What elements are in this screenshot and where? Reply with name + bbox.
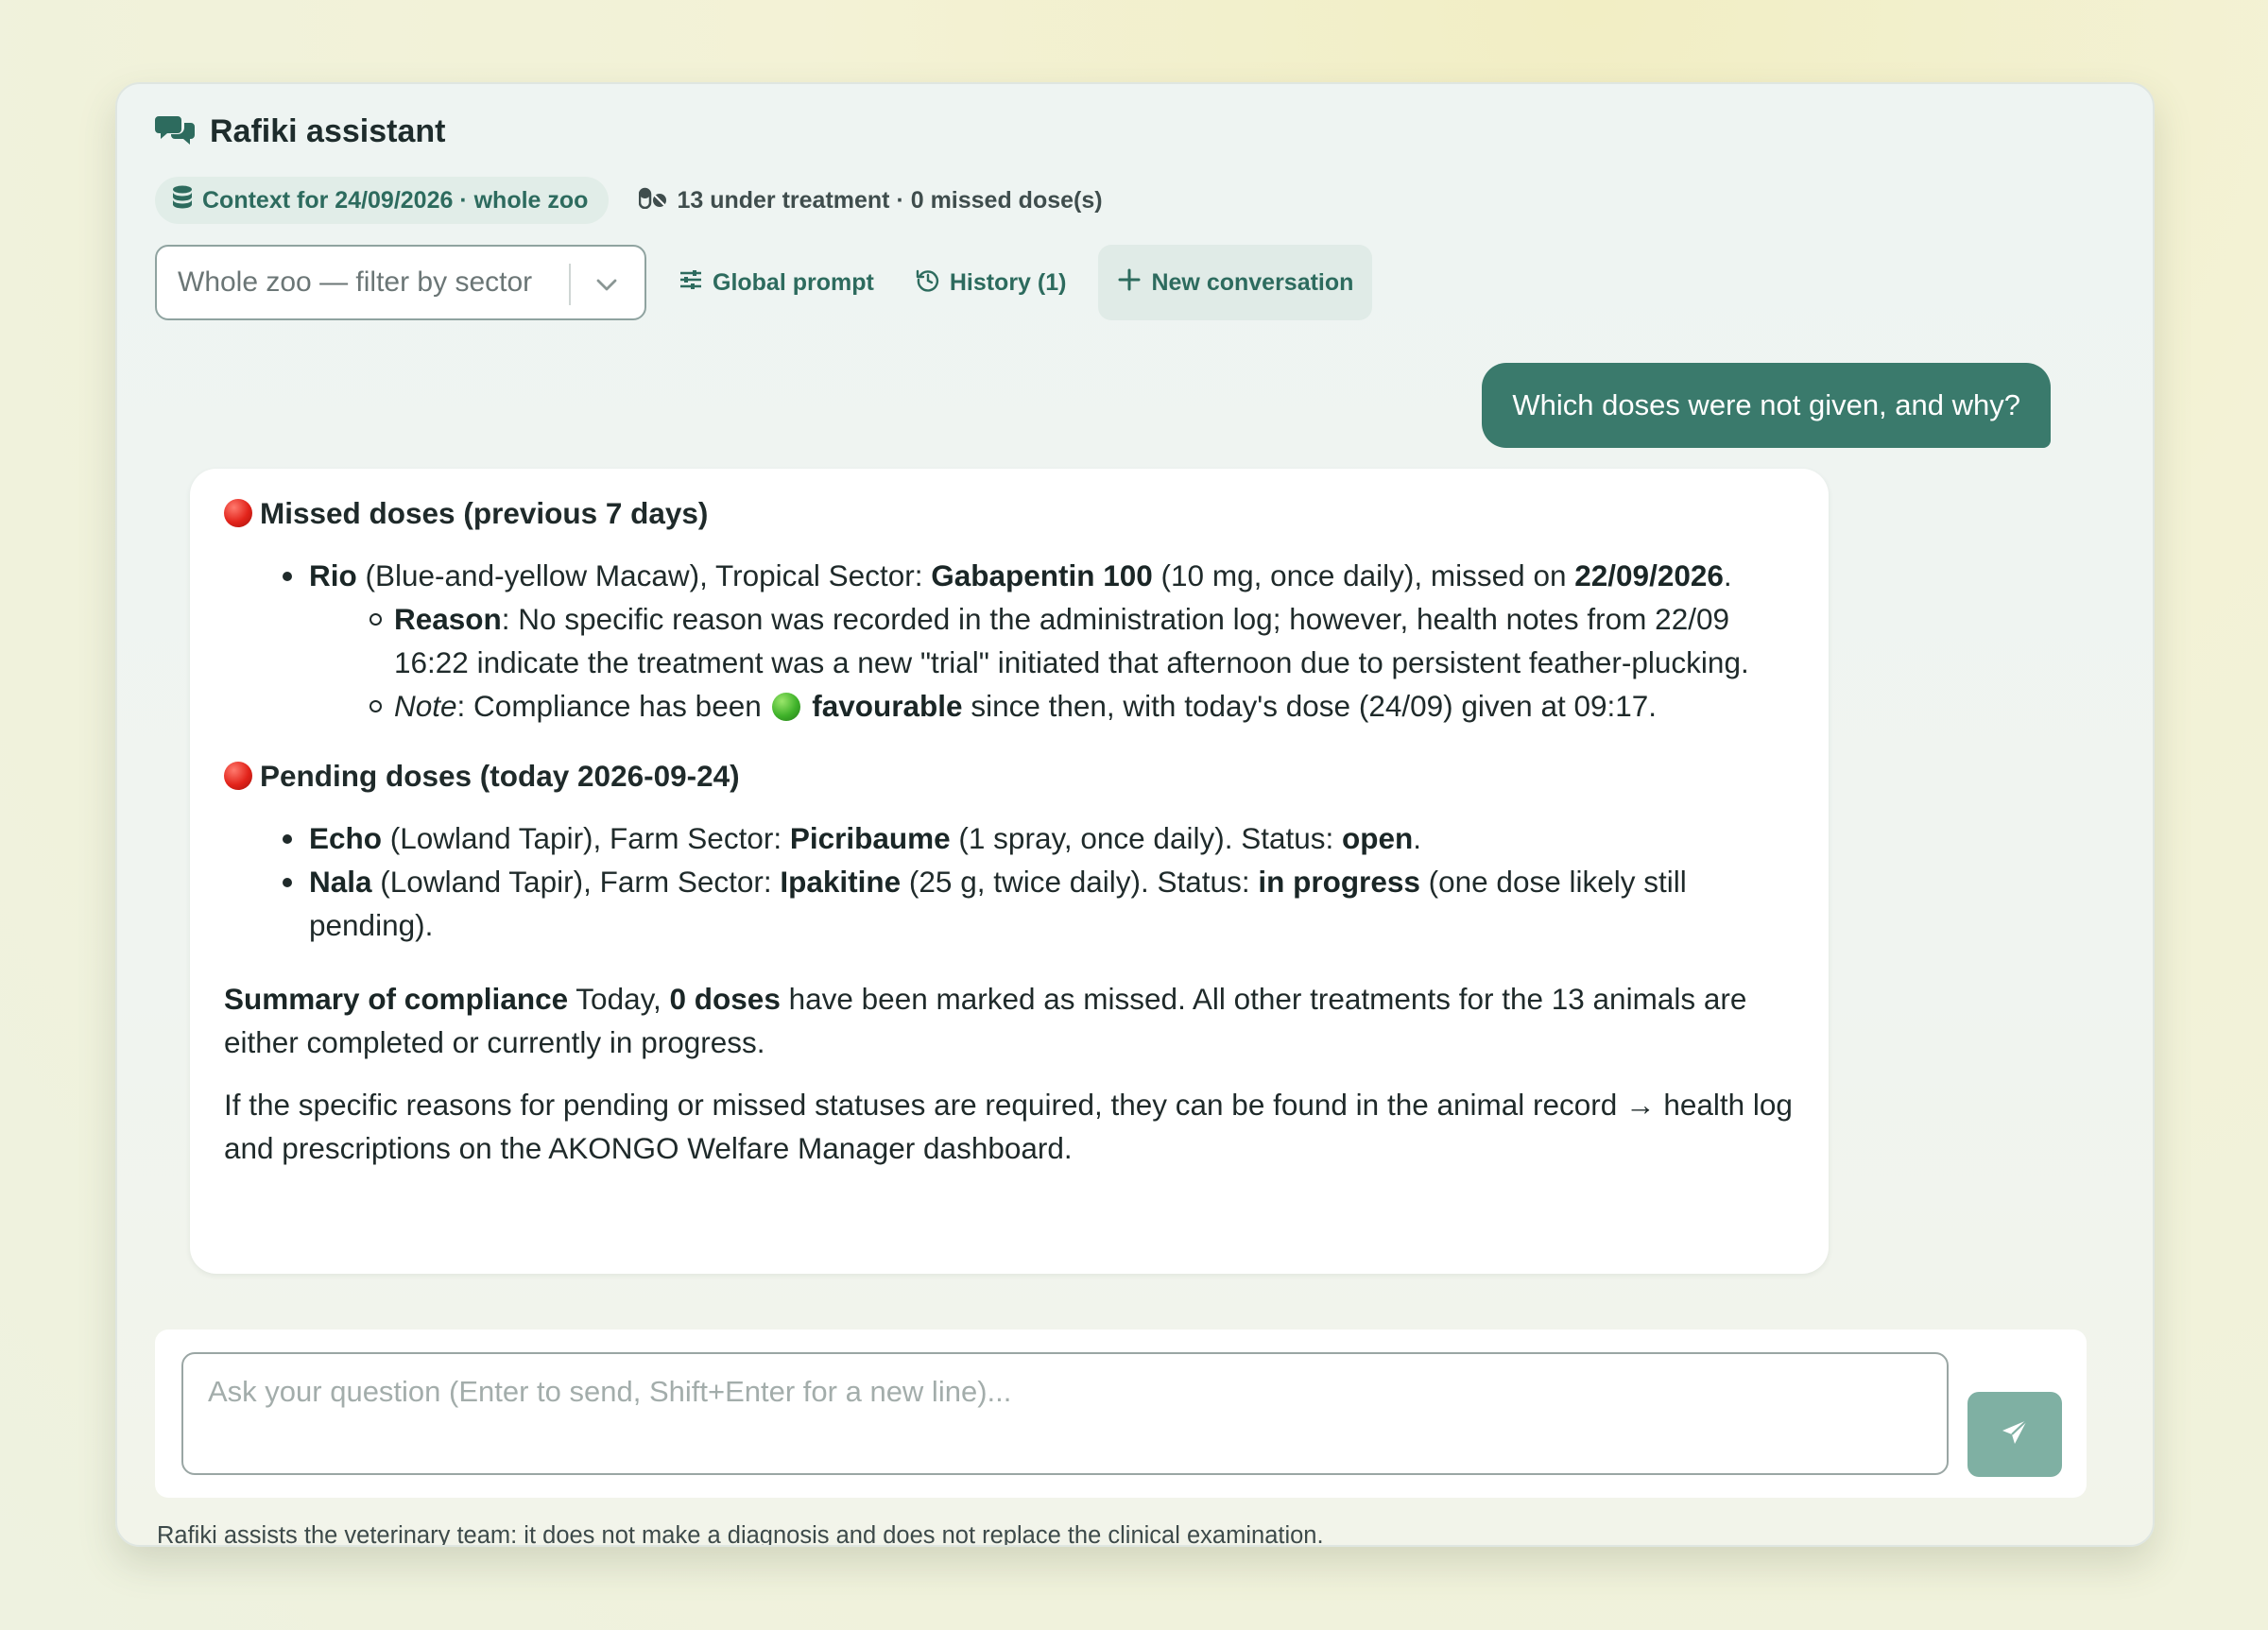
list-item: Echo (Lowland Tapir), Farm Sector: Picri… bbox=[283, 816, 1795, 860]
note-status: favourable bbox=[812, 689, 963, 723]
reason-text: : No specific reason was recorded in the… bbox=[394, 602, 1749, 679]
missed-doses-heading: Missed doses (previous 7 days) bbox=[224, 491, 1795, 535]
history-label: History (1) bbox=[949, 268, 1067, 296]
title-row: Rafiki assistant bbox=[155, 103, 445, 160]
sector-filter-value: Whole zoo — filter by sector bbox=[178, 266, 533, 298]
context-chip-label: Context for 24/09/2026 · whole zoo bbox=[202, 186, 589, 214]
reason-label: Reason bbox=[394, 602, 502, 636]
summary-count: 0 doses bbox=[669, 982, 781, 1016]
user-message-text: Which doses were not given, and why? bbox=[1512, 388, 2020, 421]
missed-doses-heading-text: Missed doses (previous 7 days) bbox=[260, 496, 709, 530]
drug-name: Picribaume bbox=[789, 821, 951, 855]
pending-doses-heading-text: Pending doses (today 2026-09-24) bbox=[260, 759, 740, 793]
toolbar: Whole zoo — filter by sector Global prom… bbox=[155, 245, 1373, 320]
animal-name: Echo bbox=[309, 821, 383, 855]
database-icon bbox=[172, 185, 193, 216]
pending-doses-heading: Pending doses (today 2026-09-24) bbox=[224, 754, 1795, 798]
select-divider bbox=[569, 264, 571, 305]
sector-filter-select[interactable]: Whole zoo — filter by sector bbox=[155, 245, 646, 320]
red-circle-icon bbox=[224, 762, 252, 790]
assistant-message: Missed doses (previous 7 days) Rio (Blue… bbox=[190, 469, 1829, 1274]
missed-doses-list: Rio (Blue-and-yellow Macaw), Tropical Se… bbox=[224, 554, 1795, 728]
panel-header: Rafiki assistant Context for 24/09/2026 … bbox=[155, 103, 1373, 320]
plus-icon bbox=[1117, 267, 1142, 299]
chat-bubbles-icon bbox=[155, 112, 195, 151]
animal-name: Rio bbox=[309, 558, 357, 592]
closing-paragraph: If the specific reasons for pending or m… bbox=[224, 1088, 1793, 1165]
drug-name: Gabapentin 100 bbox=[931, 558, 1153, 592]
new-conversation-button[interactable]: New conversation bbox=[1098, 245, 1373, 320]
global-prompt-label: Global prompt bbox=[713, 268, 874, 296]
missed-date: 22/09/2026 bbox=[1574, 558, 1724, 592]
chevron-down-icon[interactable] bbox=[592, 269, 622, 300]
global-prompt-button[interactable]: Global prompt bbox=[658, 245, 895, 320]
missed-dose-details: Reason: No specific reason was recorded … bbox=[309, 597, 1795, 728]
dose-status: open bbox=[1342, 821, 1414, 855]
summary-label: Summary of compliance bbox=[224, 982, 569, 1016]
treatment-summary-label: 13 under treatment · 0 missed dose(s) bbox=[677, 186, 1103, 214]
animal-species-sector: (Lowland Tapir), Farm Sector: bbox=[371, 865, 781, 899]
pills-icon bbox=[639, 186, 667, 215]
drug-name: Ipakitine bbox=[780, 865, 902, 899]
treatment-summary: 13 under treatment · 0 missed dose(s) bbox=[639, 186, 1103, 215]
note-text-a: : Compliance has been bbox=[456, 689, 770, 723]
item-end: . bbox=[1413, 821, 1422, 855]
note-item: Note: Compliance has been favourable sin… bbox=[369, 684, 1795, 728]
assistant-panel: Rafiki assistant Context for 24/09/2026 … bbox=[115, 82, 2155, 1547]
send-button[interactable] bbox=[1967, 1392, 2062, 1477]
page-title: Rafiki assistant bbox=[210, 112, 446, 149]
compliance-summary: Summary of compliance Today, 0 doses hav… bbox=[224, 977, 1795, 1064]
note-text-b: since then, with today's dose (24/09) gi… bbox=[962, 689, 1658, 723]
sliders-icon bbox=[679, 267, 703, 299]
history-button[interactable]: History (1) bbox=[895, 245, 1088, 320]
dosage-text: (10 mg, once daily), missed on bbox=[1152, 558, 1575, 592]
pending-doses-list: Echo (Lowland Tapir), Farm Sector: Picri… bbox=[224, 816, 1795, 947]
list-item: Rio (Blue-and-yellow Macaw), Tropical Se… bbox=[283, 554, 1795, 728]
list-item: Nala (Lowland Tapir), Farm Sector: Ipaki… bbox=[283, 860, 1795, 947]
disclaimer-text: Rafiki assists the veterinary team: it d… bbox=[157, 1522, 1324, 1547]
item-end: . bbox=[1723, 558, 1732, 592]
animal-species-sector: (Blue-and-yellow Macaw), Tropical Sector… bbox=[356, 558, 932, 592]
dosage-text: (1 spray, once daily). Status: bbox=[950, 821, 1343, 855]
note-label: Note bbox=[394, 689, 457, 723]
animal-species-sector: (Lowland Tapir), Farm Sector: bbox=[382, 821, 790, 855]
user-message: Which doses were not given, and why? bbox=[1482, 363, 2051, 448]
context-row: Context for 24/09/2026 · whole zoo 13 un… bbox=[155, 177, 1103, 224]
red-circle-icon bbox=[224, 499, 252, 527]
reason-item: Reason: No specific reason was recorded … bbox=[369, 597, 1795, 684]
new-conversation-label: New conversation bbox=[1151, 268, 1354, 296]
history-icon bbox=[916, 267, 940, 299]
dose-status: in progress bbox=[1258, 865, 1420, 899]
paper-plane-icon bbox=[2001, 1418, 2029, 1451]
message-composer bbox=[155, 1330, 2087, 1498]
animal-name: Nala bbox=[309, 865, 372, 899]
green-circle-icon bbox=[771, 693, 800, 721]
dosage-text: (25 g, twice daily). Status: bbox=[901, 865, 1259, 899]
context-chip: Context for 24/09/2026 · whole zoo bbox=[155, 177, 610, 224]
summary-text-a: Today, bbox=[568, 982, 670, 1016]
question-input[interactable] bbox=[181, 1352, 1949, 1475]
